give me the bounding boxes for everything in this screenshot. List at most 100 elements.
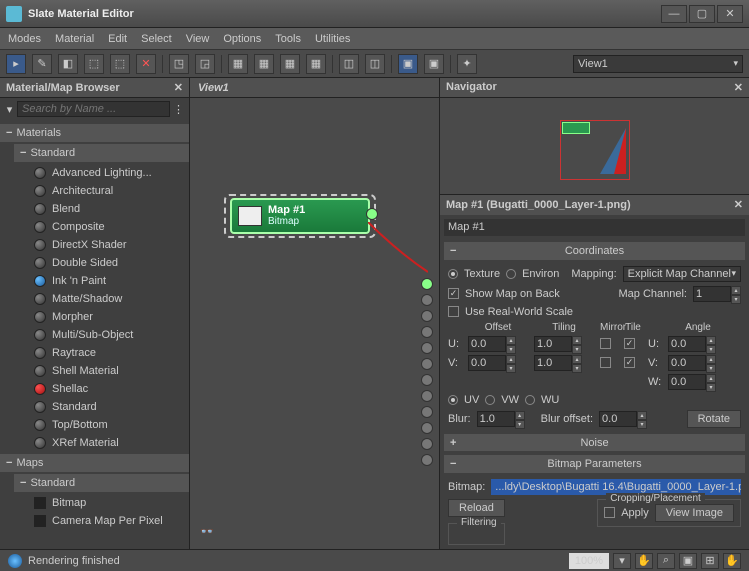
v-offset-spinner[interactable]: ▴▾ [468,355,528,371]
real-world-check[interactable] [448,306,459,317]
material-item[interactable]: Matte/Shadow [28,290,189,308]
show-map-check[interactable] [448,288,459,299]
node-view[interactable]: View1 Map #1 Bitmap 👓 [190,78,439,549]
material-item[interactable]: Composite [28,218,189,236]
material-item[interactable]: XRef Material [28,434,189,452]
material-item[interactable]: Standard [28,398,189,416]
materials-group[interactable]: Materials [0,124,189,142]
tool-icon-8[interactable]: ◲ [195,54,215,74]
menu-material[interactable]: Material [55,33,94,45]
tool-icon-13[interactable]: ◫ [339,54,359,74]
maps-group[interactable]: Maps [0,454,189,472]
zoom-icon[interactable]: ⌕ [657,553,675,569]
view-selector[interactable]: View1 [573,55,743,73]
tool-icon-10[interactable]: ▦ [254,54,274,74]
u-offset-spinner[interactable]: ▴▾ [468,336,528,352]
navigator-close-icon[interactable]: ✕ [734,81,743,94]
map-channel-spinner[interactable]: ▴▾ [693,286,741,302]
vw-radio[interactable] [485,395,495,405]
tool-icon-11[interactable]: ▦ [280,54,300,74]
view-tab[interactable]: View1 [190,78,439,98]
u-tile-check[interactable] [624,338,635,349]
material-item[interactable]: DirectX Shader [28,236,189,254]
v-angle-spinner[interactable]: ▴▾ [668,355,728,371]
socket-icon[interactable] [421,326,433,338]
apply-check[interactable] [604,507,615,518]
map-name-field[interactable]: Map #1 [444,219,745,237]
material-item[interactable]: Advanced Lighting... [28,164,189,182]
view-image-button[interactable]: View Image [655,504,734,522]
nav-icon[interactable]: ⊞ [701,553,719,569]
tool-icon-17[interactable]: ✦ [457,54,477,74]
material-item[interactable]: Multi/Sub-Object [28,326,189,344]
material-item[interactable]: Blend [28,200,189,218]
socket-icon[interactable] [421,310,433,322]
pointer-tool-icon[interactable]: ▸ [6,54,26,74]
material-item[interactable]: Architectural [28,182,189,200]
assign-tool-icon[interactable]: ◧ [58,54,78,74]
socket-icon[interactable] [421,406,433,418]
w-angle-spinner[interactable]: ▴▾ [668,374,728,390]
zoom-dropdown-icon[interactable]: ▾ [613,553,631,569]
zoom-display[interactable]: 100% [569,553,609,569]
menu-tools[interactable]: Tools [275,33,301,45]
material-item[interactable]: Morpher [28,308,189,326]
u-mirror-check[interactable] [600,338,611,349]
tool-icon-7[interactable]: ◳ [169,54,189,74]
material-item[interactable]: Raytrace [28,344,189,362]
menu-select[interactable]: Select [141,33,172,45]
socket-icon[interactable] [421,438,433,450]
maximize-button[interactable]: ▢ [689,5,715,23]
material-item[interactable]: Shellac [28,380,189,398]
socket-icon[interactable] [421,374,433,386]
socket-icon[interactable] [421,278,433,290]
menu-options[interactable]: Options [223,33,261,45]
reload-button[interactable]: Reload [448,499,505,517]
pan-icon[interactable]: ✋ [635,553,653,569]
tool-icon-12[interactable]: ▦ [306,54,326,74]
material-item[interactable]: Top/Bottom [28,416,189,434]
tool-icon-16[interactable]: ▣ [424,54,444,74]
browser-tree[interactable]: Materials Standard Advanced Lighting...A… [0,120,189,549]
socket-icon[interactable] [421,454,433,466]
v-tile-check[interactable] [624,357,635,368]
zoom-extents-icon[interactable]: ▣ [679,553,697,569]
socket-icon[interactable] [421,390,433,402]
map-panel-close-icon[interactable]: ✕ [734,198,743,211]
menu-edit[interactable]: Edit [108,33,127,45]
socket-icon[interactable] [421,342,433,354]
texture-radio[interactable] [448,269,458,279]
rotate-button[interactable]: Rotate [687,410,741,428]
map-item[interactable]: Camera Map Per Pixel [28,512,189,530]
search-options-icon[interactable]: ⋮ [173,102,184,116]
map-node[interactable]: Map #1 Bitmap [230,198,370,234]
socket-icon[interactable] [421,358,433,370]
blur-spinner[interactable]: ▴▾ [477,411,525,427]
tool-icon-9[interactable]: ▦ [228,54,248,74]
wu-radio[interactable] [525,395,535,405]
tool-icon-5[interactable]: ⬚ [110,54,130,74]
navigator-panel[interactable] [440,98,749,196]
uv-radio[interactable] [448,395,458,405]
bitmap-params-rollout[interactable]: Bitmap Parameters [444,455,745,473]
pan-view-icon[interactable]: ✋ [723,553,741,569]
blur-offset-spinner[interactable]: ▴▾ [599,411,647,427]
binoculars-icon[interactable]: 👓 [200,525,218,539]
socket-icon[interactable] [421,422,433,434]
close-button[interactable]: ✕ [717,5,743,23]
material-item[interactable]: Double Sided [28,254,189,272]
mapping-select[interactable]: Explicit Map Channel [623,266,741,282]
menu-view[interactable]: View [186,33,210,45]
noise-rollout[interactable]: Noise [444,434,745,452]
materials-standard-group[interactable]: Standard [14,144,189,162]
maps-standard-group[interactable]: Standard [14,474,189,492]
search-input[interactable] [17,101,170,117]
socket-icon[interactable] [421,294,433,306]
material-item[interactable]: Ink 'n Paint [28,272,189,290]
tool-icon-14[interactable]: ◫ [365,54,385,74]
tool-icon-4[interactable]: ⬚ [84,54,104,74]
menu-utilities[interactable]: Utilities [315,33,350,45]
environ-radio[interactable] [506,269,516,279]
delete-icon[interactable]: ✕ [136,54,156,74]
minimize-button[interactable]: — [661,5,687,23]
